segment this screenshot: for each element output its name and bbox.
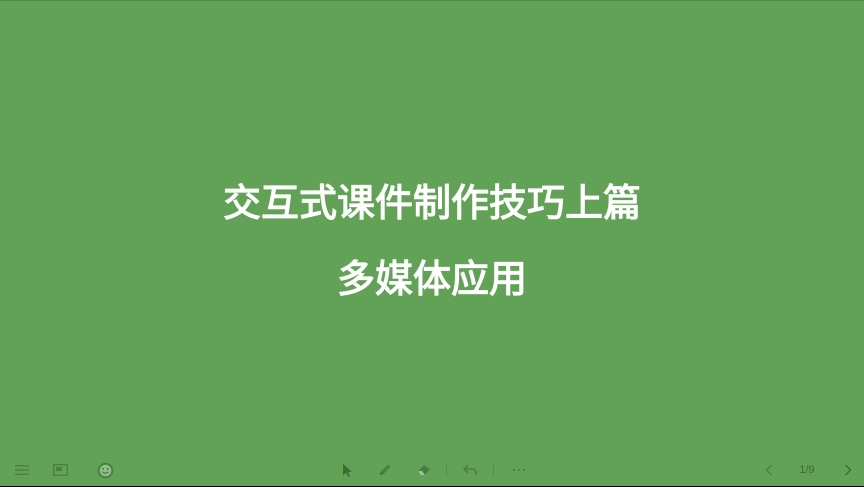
- undo-icon[interactable]: [461, 461, 479, 479]
- next-page-icon[interactable]: [839, 461, 857, 479]
- slide-title: 交互式课件制作技巧上篇: [222, 181, 641, 225]
- smiley-icon[interactable]: [96, 461, 114, 479]
- slide-subtitle: 多媒体应用: [336, 257, 527, 301]
- presentation-slide: 交互式课件制作技巧上篇 多媒体应用 1/9: [0, 0, 864, 486]
- previous-page-icon[interactable]: [760, 461, 778, 479]
- toolbar-divider: [446, 463, 447, 477]
- toolbar-divider: [493, 463, 494, 477]
- slide-overview-icon[interactable]: [51, 461, 69, 479]
- menu-icon[interactable]: [13, 461, 31, 479]
- pen-icon[interactable]: [376, 461, 394, 479]
- page-indicator: 1/9: [799, 464, 815, 476]
- more-icon[interactable]: [510, 461, 528, 479]
- presentation-toolbar: 1/9: [0, 453, 864, 487]
- eraser-icon[interactable]: [415, 461, 433, 479]
- pointer-arrow-icon[interactable]: [339, 461, 357, 479]
